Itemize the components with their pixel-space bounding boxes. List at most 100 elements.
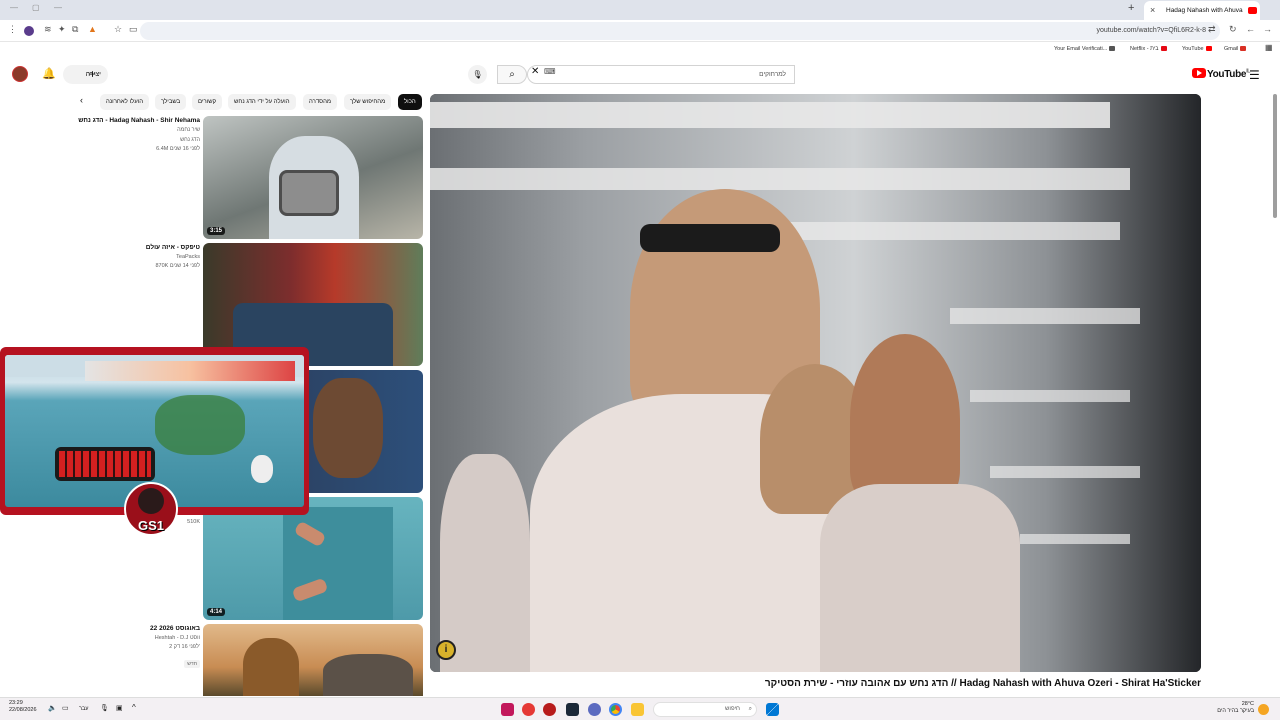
app-icon-1[interactable]	[501, 703, 514, 716]
page-scrollbar[interactable]	[1273, 94, 1277, 218]
chip-related[interactable]: קשורים	[192, 94, 223, 110]
weather-widget[interactable]: 28°C בעיקר בהיר הים	[1216, 701, 1254, 715]
create-button[interactable]: + יצירה	[63, 65, 108, 84]
rec-thumbnail[interactable]	[203, 624, 423, 696]
duration-badge: 4:14	[207, 608, 226, 616]
extension-icon-2[interactable]: ✦	[58, 24, 66, 35]
chip-for-you[interactable]: בשבילך	[155, 94, 187, 110]
volume-icon[interactable]: 🔈	[48, 705, 57, 712]
rec-channel-name: הדג נחש	[180, 137, 200, 143]
search-button[interactable]: ⌕	[497, 65, 527, 84]
reload-icon[interactable]: ↻	[1229, 24, 1237, 35]
notifications-bell-icon[interactable]: 🔔	[42, 67, 56, 80]
extension-icon[interactable]: ≋	[44, 24, 52, 35]
info-icon[interactable]: i	[436, 640, 456, 660]
account-avatar[interactable]	[12, 66, 28, 82]
new-tab-button[interactable]: +	[1128, 2, 1134, 14]
chip-uploaded-by[interactable]: הועלה על ידי הדג נחש	[228, 94, 296, 110]
rec-channel: שיר נחמה	[177, 127, 200, 133]
rec-meta[interactable]: הדג נחש - Hadag Nahash - Shir Nehama שיר…	[60, 116, 200, 154]
plus-icon: +	[89, 67, 97, 81]
taskbar-search[interactable]: חיפוש ⌕	[653, 702, 757, 717]
bookmark-item[interactable]: YouTube	[1182, 46, 1212, 52]
microphone-icon[interactable]: 🎙	[100, 705, 109, 712]
clear-search-icon[interactable]: ✕	[531, 66, 539, 77]
video-title: הדג נחש עם אהובה עוזרי - שירת הסטיקר // …	[764, 678, 1201, 689]
rec-channel: Heshtah - D.J ווסט	[154, 635, 200, 641]
hamburger-menu-icon[interactable]: ☰	[1249, 68, 1260, 82]
extensions-puzzle-icon[interactable]: ⧉	[72, 24, 78, 35]
maximize-icon[interactable]: ▢	[32, 3, 40, 12]
youtube-logo[interactable]: YouTubeIL	[1192, 68, 1250, 80]
rec-title: 22 באוגוסט 2026	[150, 625, 200, 632]
rec-meta[interactable]: טיפקס - איזה עולם TeaPacks 870K לפני 14 …	[60, 243, 200, 271]
rec-meta[interactable]: 22 באוגוסט 2026 Heshtah - D.J ווסט 2 לפנ…	[60, 624, 200, 670]
search-icon: ⌕	[509, 69, 515, 80]
rec-title: הדג נחש - Hadag Nahash - Shir Nehama	[78, 117, 200, 124]
email-icon	[1109, 46, 1116, 52]
browser-toolbar: ⋮ ≋ ✦ ⧉ ▲ ☆ ▭ youtube.com/watch?v=QfiL6R…	[0, 20, 1280, 42]
cast-icon[interactable]: ▭	[129, 24, 138, 35]
rec-stats: 6.4M לפני 16 שנים	[156, 146, 200, 152]
discord-icon[interactable]	[588, 703, 601, 716]
minimize-icon[interactable]: —	[10, 3, 18, 12]
background-figure	[440, 454, 530, 672]
back-icon[interactable]: →	[1263, 24, 1272, 34]
app-icon-2[interactable]	[522, 703, 535, 716]
tab-title: Hadag Nahash with Ahuva	[1166, 7, 1243, 14]
bookmark-item[interactable]: Gmail	[1224, 46, 1247, 52]
search-icon: ⌕	[748, 706, 752, 712]
microphone-icon: 🎙	[472, 70, 483, 79]
all-bookmarks-icon[interactable]: ▦	[1265, 43, 1273, 52]
keyboard-icon[interactable]: ⌨	[544, 67, 556, 76]
chip-recently-uploaded[interactable]: הועלו לאחרונה	[100, 94, 150, 110]
window-close-icon[interactable]: —	[54, 3, 62, 12]
clock[interactable]: 23:29 22/08/2026	[9, 700, 37, 714]
windows-start-icon[interactable]	[766, 703, 779, 716]
youtube-play-icon	[1192, 68, 1206, 78]
chevron-left-icon[interactable]: ‹	[80, 95, 83, 105]
language-indicator[interactable]: עבר	[79, 706, 88, 713]
gmail-icon	[1240, 46, 1247, 52]
new-badge: חדש	[184, 660, 200, 668]
bookmarks-bar: Your Email Verificati... Netflix - בית Y…	[0, 42, 1280, 58]
chip-series[interactable]: מהסדרה	[303, 94, 338, 110]
weather-sun-icon	[1258, 704, 1269, 715]
chrome-icon[interactable]	[609, 703, 622, 716]
voice-search-button[interactable]: 🎙	[468, 65, 487, 84]
sunglasses-figure	[640, 224, 780, 252]
tab-close-icon[interactable]: ×	[1150, 1, 1155, 20]
duration-badge: 3:15	[207, 227, 226, 235]
video-player[interactable]: i	[430, 94, 1201, 672]
profile-avatar[interactable]	[24, 26, 34, 36]
rec-thumbnail[interactable]: 3:15	[203, 116, 423, 239]
app-icon-3[interactable]	[543, 703, 556, 716]
youtube-icon	[1205, 46, 1212, 52]
bookmark-item[interactable]: Your Email Verificati...	[1054, 46, 1116, 52]
more-menu-icon[interactable]: ⋮	[8, 24, 17, 35]
chip-from-search[interactable]: מהחיפוש שלך	[344, 94, 392, 110]
file-explorer-icon[interactable]	[631, 703, 644, 716]
windows-taskbar: 23:29 22/08/2026 🔈 ▭ עבר 🎙 ▣ ^ חיפוש ⌕ 2…	[0, 697, 1280, 720]
site-settings-icon[interactable]: ⇄	[1208, 24, 1216, 35]
network-icon[interactable]: ▭	[62, 705, 69, 712]
address-bar[interactable]: youtube.com/watch?v=QfiL6R2-k-8	[140, 22, 1220, 40]
rec-thumbnail[interactable]: 4:14	[203, 497, 423, 620]
device-icon[interactable]: ▣	[116, 705, 123, 712]
bookmark-item[interactable]: Netflix - בית	[1130, 46, 1167, 52]
search-input[interactable]: למרחוקים	[527, 65, 795, 84]
steam-icon[interactable]	[566, 703, 579, 716]
bookmark-star-icon[interactable]: ☆	[114, 24, 122, 35]
rec-stats: 2 לפני 16 דק'	[169, 644, 200, 650]
youtube-favicon-icon	[1248, 7, 1257, 14]
chevron-up-icon[interactable]: ^	[132, 704, 136, 712]
metamask-icon[interactable]: ▲	[88, 24, 97, 34]
forward-icon[interactable]: ←	[1246, 24, 1255, 34]
browser-tab[interactable]: × Hadag Nahash with Ahuva	[1144, 1, 1260, 20]
background-figure	[850, 334, 960, 504]
streamer-logo-badge: GS1	[124, 482, 178, 536]
rec-channel: TeaPacks	[176, 254, 200, 260]
tab-strip: — ▢ — + × Hadag Nahash with Ahuva	[0, 0, 1280, 20]
rec-stats: 870K לפני 14 שנים	[155, 263, 201, 269]
chip-all[interactable]: הכול	[398, 94, 422, 110]
